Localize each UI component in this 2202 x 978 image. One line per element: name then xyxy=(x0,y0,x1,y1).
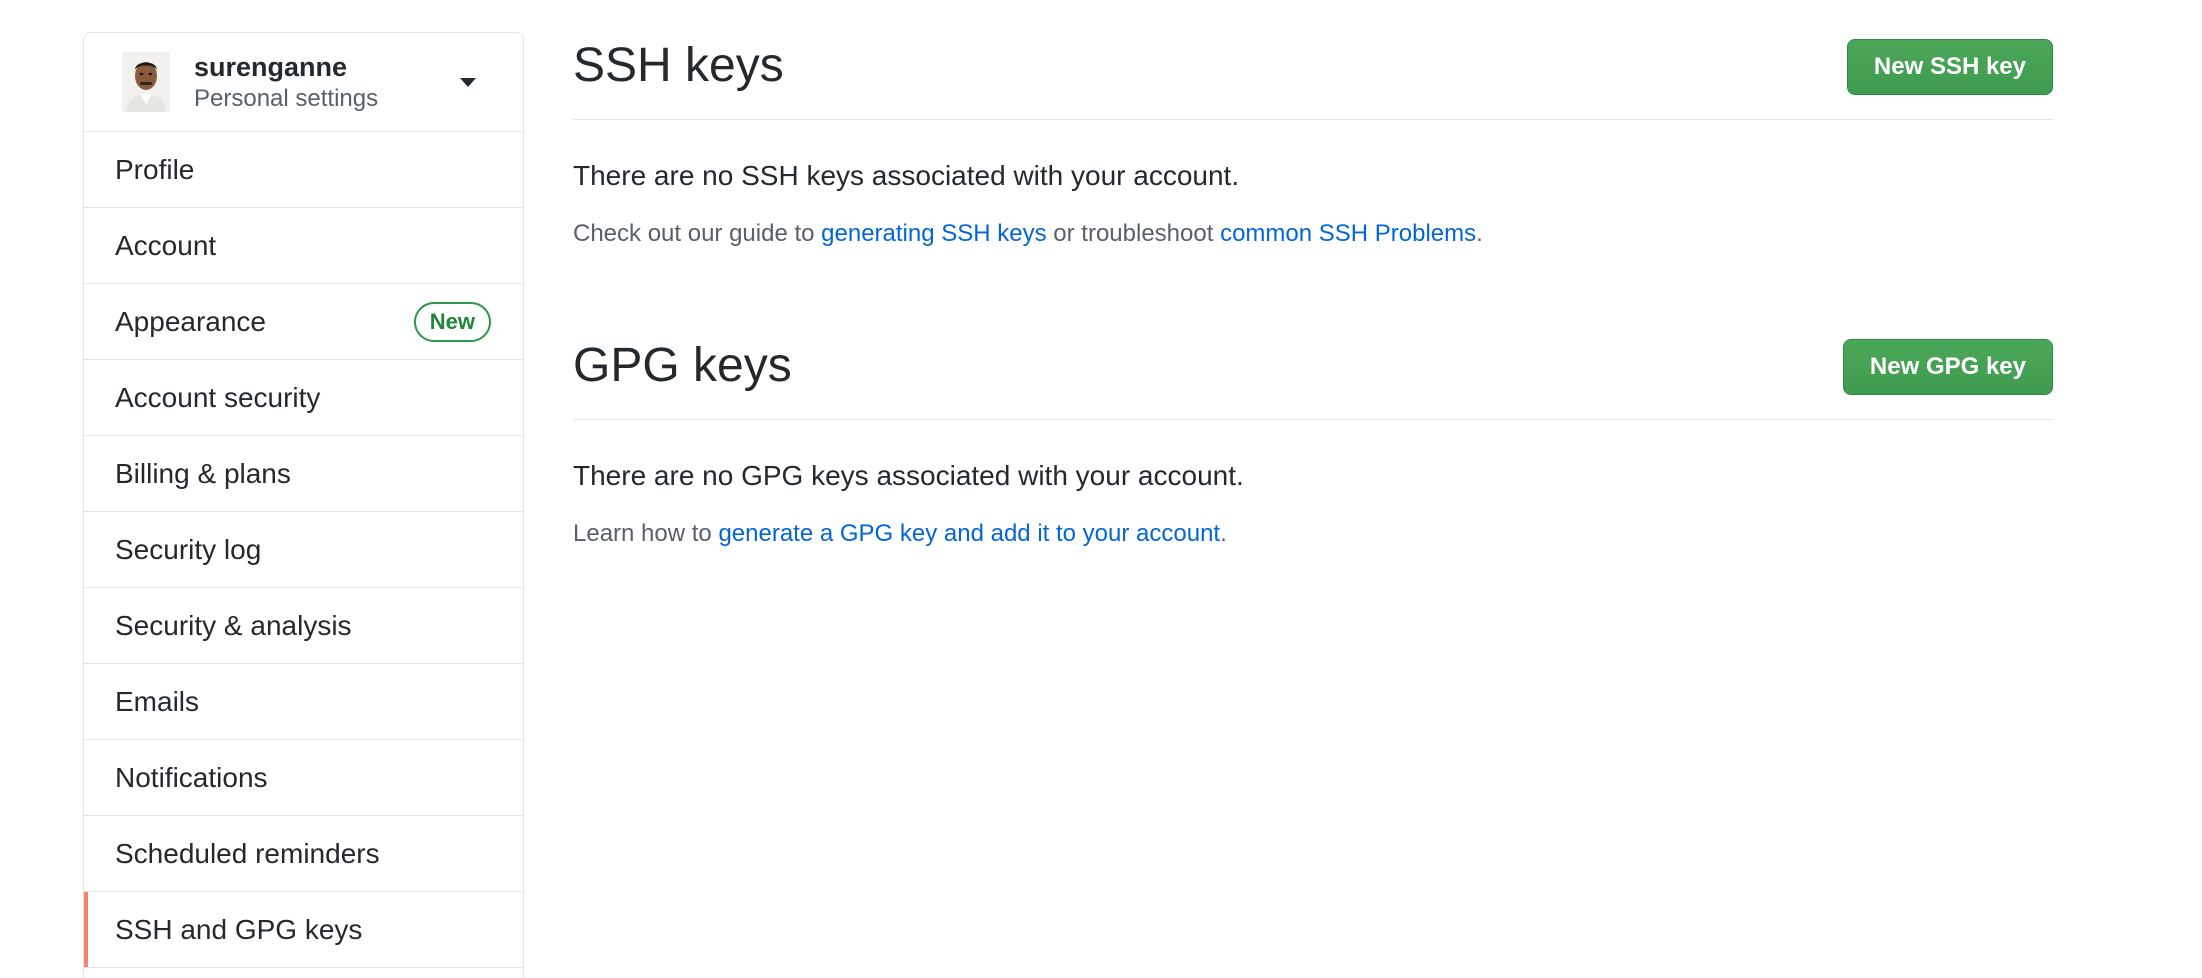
sidebar-item-notifications[interactable]: Notifications xyxy=(84,740,523,816)
sidebar-item-label: Security & analysis xyxy=(115,609,352,641)
ssh-help-text: Check out our guide to generating SSH ke… xyxy=(573,220,1483,248)
sidebar-item-security-log[interactable]: Security log xyxy=(84,512,523,588)
sidebar-item-label: Notifications xyxy=(115,761,268,793)
sidebar-item-label: Account xyxy=(115,229,217,261)
generating-ssh-keys-link[interactable]: generating SSH keys xyxy=(821,220,1046,247)
sidebar-item-account-security[interactable]: Account security xyxy=(84,360,523,436)
sidebar-item-label: Emails xyxy=(115,685,200,717)
gpg-help-prefix: Learn how to xyxy=(573,520,719,547)
sidebar-item-scheduled-reminders[interactable]: Scheduled reminders xyxy=(84,816,523,892)
gpg-help-suffix: . xyxy=(1220,520,1227,547)
sidebar-item-security-analysis[interactable]: Security & analysis xyxy=(84,588,523,664)
sidebar-item-label: Profile xyxy=(115,153,195,185)
ssh-keys-title: SSH keys xyxy=(573,39,784,92)
username: surenganne xyxy=(194,52,348,82)
common-ssh-problems-link[interactable]: common SSH Problems xyxy=(1220,220,1476,247)
user-avatar xyxy=(122,52,170,112)
ssh-keys-section: SSH keys New SSH key There are no SSH ke… xyxy=(573,30,2053,330)
new-badge: New xyxy=(413,301,491,342)
new-ssh-key-button[interactable]: New SSH key xyxy=(1846,39,2053,95)
sidebar-item-profile[interactable]: Profile xyxy=(84,132,523,208)
sidebar-item-label: SSH and GPG keys xyxy=(115,913,363,945)
ssh-keys-header: SSH keys New SSH key xyxy=(573,30,2053,120)
gpg-keys-title: GPG keys xyxy=(573,339,792,392)
ssh-help-prefix: Check out our guide to xyxy=(573,220,822,247)
settings-sidebar: surenganne Personal settings Profile Acc… xyxy=(83,32,524,978)
sidebar-item-account[interactable]: Account xyxy=(84,208,523,284)
settings-page: surenganne Personal settings Profile Acc… xyxy=(0,0,2202,978)
generate-gpg-key-link[interactable]: generate a GPG key and add it to your ac… xyxy=(718,520,1220,547)
sidebar-item-label: Account security xyxy=(115,381,321,413)
gpg-empty-message: There are no GPG keys associated with yo… xyxy=(573,460,1244,491)
sidebar-item-billing[interactable]: Billing & plans xyxy=(84,436,523,512)
caret-down-icon[interactable] xyxy=(460,78,476,87)
new-gpg-key-button[interactable]: New GPG key xyxy=(1842,339,2053,395)
sidebar-item-label: Security log xyxy=(115,533,262,565)
gpg-help-text: Learn how to generate a GPG key and add … xyxy=(573,520,1227,548)
sidebar-item-label: Appearance xyxy=(115,305,267,337)
ssh-help-suffix: . xyxy=(1476,220,1483,247)
user-text: surenganne Personal settings xyxy=(194,50,378,114)
sidebar-item-ssh-gpg-keys[interactable]: SSH and GPG keys xyxy=(84,892,523,968)
ssh-empty-message: There are no SSH keys associated with yo… xyxy=(573,160,1240,191)
main-content: SSH keys New SSH key There are no SSH ke… xyxy=(573,30,2053,630)
sidebar-item-appearance[interactable]: Appearance New xyxy=(84,284,523,360)
sidebar-item-label: Billing & plans xyxy=(115,457,291,489)
sidebar-item-emails[interactable]: Emails xyxy=(84,664,523,740)
ssh-help-middle: or troubleshoot xyxy=(1046,220,1221,247)
account-switcher[interactable]: surenganne Personal settings xyxy=(84,33,523,132)
gpg-keys-header: GPG keys New GPG key xyxy=(573,330,2053,420)
gpg-keys-section: GPG keys New GPG key There are no GPG ke… xyxy=(573,330,2053,630)
user-subtitle: Personal settings xyxy=(194,85,379,112)
sidebar-item-label: Scheduled reminders xyxy=(115,837,380,869)
